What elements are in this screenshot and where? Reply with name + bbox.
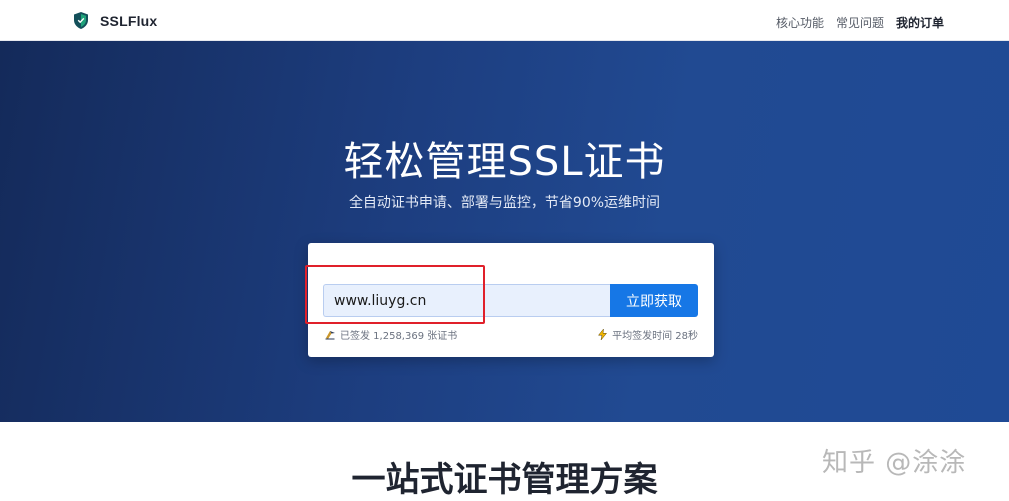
- hero-subtitle: 全自动证书申请、部署与监控，节省90%运维时间: [348, 195, 661, 211]
- certificate-icon: [325, 331, 335, 340]
- issued-count-stat: 已签发 1,258,369 张证书: [325, 327, 457, 342]
- lightning-icon: [598, 329, 608, 340]
- hero-section: 轻松管理SSL证书 全自动证书申请、部署与监控，节省90%运维时间 立即获取 已…: [0, 41, 1009, 422]
- avg-time-text: 平均签发时间 28秒: [612, 331, 698, 342]
- nav-link-faq[interactable]: 常见问题: [836, 14, 884, 31]
- hero-title: 轻松管理SSL证书: [343, 139, 666, 185]
- issued-count-text: 已签发 1,258,369 张证书: [340, 331, 458, 342]
- brand[interactable]: SSLFlux: [74, 12, 157, 29]
- watermark: 知乎 @涂涂: [822, 448, 967, 478]
- get-certificate-button[interactable]: 立即获取: [610, 284, 698, 317]
- nav-link-my-orders[interactable]: 我的订单: [896, 14, 944, 31]
- brand-name: SSLFlux: [100, 12, 158, 29]
- avg-time-stat: 平均签发时间 28秒: [597, 327, 698, 342]
- domain-request-card: 立即获取 已签发 1,258,369 张证书 平均签发时间 28秒: [305, 243, 714, 357]
- domain-input[interactable]: [323, 284, 611, 317]
- nav-links: 核心功能 常见问题 我的订单: [776, 14, 944, 31]
- shield-icon: [74, 12, 88, 29]
- top-navbar: SSLFlux 核心功能 常见问题 我的订单: [0, 0, 1009, 41]
- nav-link-features[interactable]: 核心功能: [776, 14, 824, 31]
